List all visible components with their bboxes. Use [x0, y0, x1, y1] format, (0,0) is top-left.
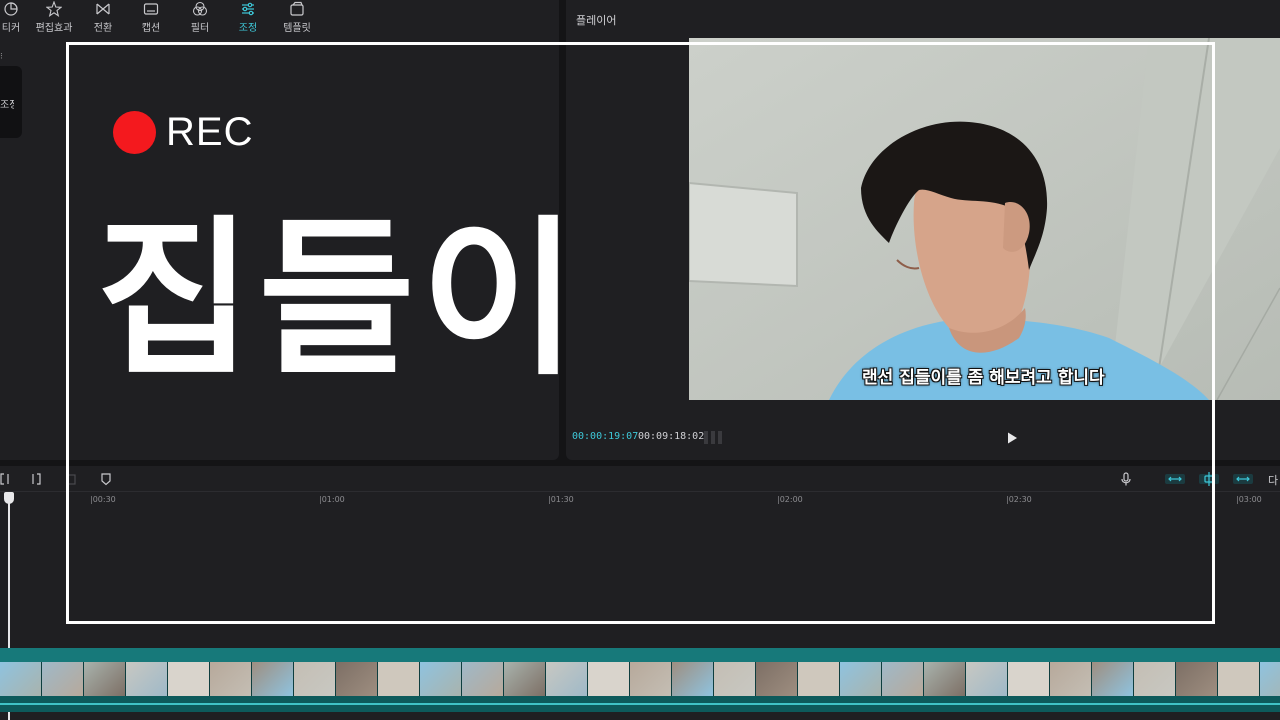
tab-sticker-label: 티커 [1, 23, 21, 34]
clip-thumbnail [210, 662, 252, 696]
clip-thumbnail [1050, 662, 1092, 696]
clip-thumbnail [588, 662, 630, 696]
template-icon [290, 1, 304, 16]
clip-thumbnail [294, 662, 336, 696]
clip-thumbnail [798, 662, 840, 696]
ruler-label: |03:00 [1236, 495, 1262, 504]
marker-icon[interactable] [99, 472, 113, 486]
ruler-label: |02:00 [777, 495, 803, 504]
timeline-ruler[interactable]: |00:30 |01:00 |01:30 |02:00 |02:30 |03:0… [0, 493, 1280, 507]
timeline-toolbar: 다 [0, 466, 1280, 492]
tab-template[interactable]: 템플릿 [274, 0, 320, 38]
total-time: 00:09:18:02 [638, 431, 705, 442]
ruler-label: |01:00 [319, 495, 345, 504]
clip-thumbnail [1134, 662, 1176, 696]
current-time: 00:00:19:07 [572, 431, 639, 442]
clip-thumbnail [882, 662, 924, 696]
ruler-label: |02:30 [1006, 495, 1032, 504]
overlay-title: 집들이 [96, 201, 584, 399]
tab-transition-label: 전환 [93, 23, 113, 34]
adjust-icon [242, 2, 254, 16]
tab-filter[interactable]: 필터 [177, 0, 223, 38]
clip-thumbnail [84, 662, 126, 696]
clip-thumbnail [840, 662, 882, 696]
clip-thumbnail [462, 662, 504, 696]
clip-thumbnail [420, 662, 462, 696]
clip-thumbnail [672, 662, 714, 696]
tab-caption[interactable]: 캡션 [128, 0, 174, 38]
player-title: 플레이어 [576, 14, 617, 27]
effects-icon [46, 1, 62, 17]
preview-axis-icon[interactable] [1233, 472, 1253, 486]
grid-icon[interactable] [704, 431, 722, 444]
clip-thumbnail [42, 662, 84, 696]
clip-thumbnail [966, 662, 1008, 696]
collapse-handle[interactable]: ⁝ [0, 52, 3, 62]
clip-thumbnail [252, 662, 294, 696]
rec-label: REC [166, 110, 254, 154]
filter-icon [192, 1, 208, 16]
tab-effects-label: 편집효과 [35, 23, 73, 34]
transition-icon [96, 3, 110, 15]
clip-thumbnail [1008, 662, 1050, 696]
tab-filter-label: 필터 [190, 23, 210, 34]
video-editor-window: 티커 편집효과 전환 캡션 필터 조정 템플릿 ⁝ 조정 플레이어 랜선 집들이… [0, 0, 1280, 720]
video-subtitle: 랜선 집들이를 좀 해보려고 합니다 [862, 368, 1105, 388]
clip-thumbnail [126, 662, 168, 696]
clip-thumbnail [630, 662, 672, 696]
microphone-icon[interactable] [1119, 472, 1133, 486]
clip-thumbnail [336, 662, 378, 696]
tab-sticker[interactable]: 티커 [0, 0, 34, 38]
side-tab-adjust[interactable]: 조정 [0, 66, 22, 138]
side-tab-label: 조정 [0, 100, 14, 111]
timeline-right-label: 다 [1268, 474, 1279, 487]
effects-toolbar: 티커 편집효과 전환 캡션 필터 조정 템플릿 [0, 0, 559, 38]
tab-template-label: 템플릿 [283, 23, 311, 34]
ruler-label: |01:30 [548, 495, 574, 504]
playhead-handle[interactable] [4, 492, 14, 504]
clip-thumbnail [1092, 662, 1134, 696]
ruler-label: |00:30 [90, 495, 116, 504]
video-clip-filmstrip[interactable] [0, 662, 1280, 696]
tab-adjust[interactable]: 조정 [225, 0, 271, 38]
tab-caption-label: 캡션 [141, 23, 161, 34]
rec-dot-icon [113, 111, 156, 154]
tab-transition[interactable]: 전환 [80, 0, 126, 38]
clip-thumbnail [378, 662, 420, 696]
clip-thumbnail [1176, 662, 1218, 696]
tab-effects[interactable]: 편집효과 [31, 0, 77, 38]
audio-waveform-line [0, 703, 1280, 705]
clip-thumbnail [0, 662, 42, 696]
video-track-header[interactable] [0, 648, 1280, 662]
video-frame-image [689, 38, 1280, 400]
clip-thumbnail [1260, 662, 1280, 696]
clip-thumbnail [756, 662, 798, 696]
video-preview [689, 38, 1280, 400]
clip-thumbnail [1218, 662, 1260, 696]
split-right-icon[interactable] [29, 472, 43, 486]
clip-thumbnail [504, 662, 546, 696]
delete-icon[interactable] [64, 472, 78, 486]
tab-adjust-label: 조정 [238, 23, 258, 34]
link-toggle-icon[interactable] [1165, 472, 1185, 486]
play-icon[interactable] [1005, 431, 1019, 445]
clip-thumbnail [546, 662, 588, 696]
split-left-icon[interactable] [0, 472, 12, 486]
magnet-toggle-icon[interactable] [1199, 472, 1219, 486]
clip-thumbnail [714, 662, 756, 696]
sticker-icon [4, 2, 18, 16]
caption-icon [143, 3, 159, 15]
clip-thumbnail [168, 662, 210, 696]
clip-thumbnail [924, 662, 966, 696]
